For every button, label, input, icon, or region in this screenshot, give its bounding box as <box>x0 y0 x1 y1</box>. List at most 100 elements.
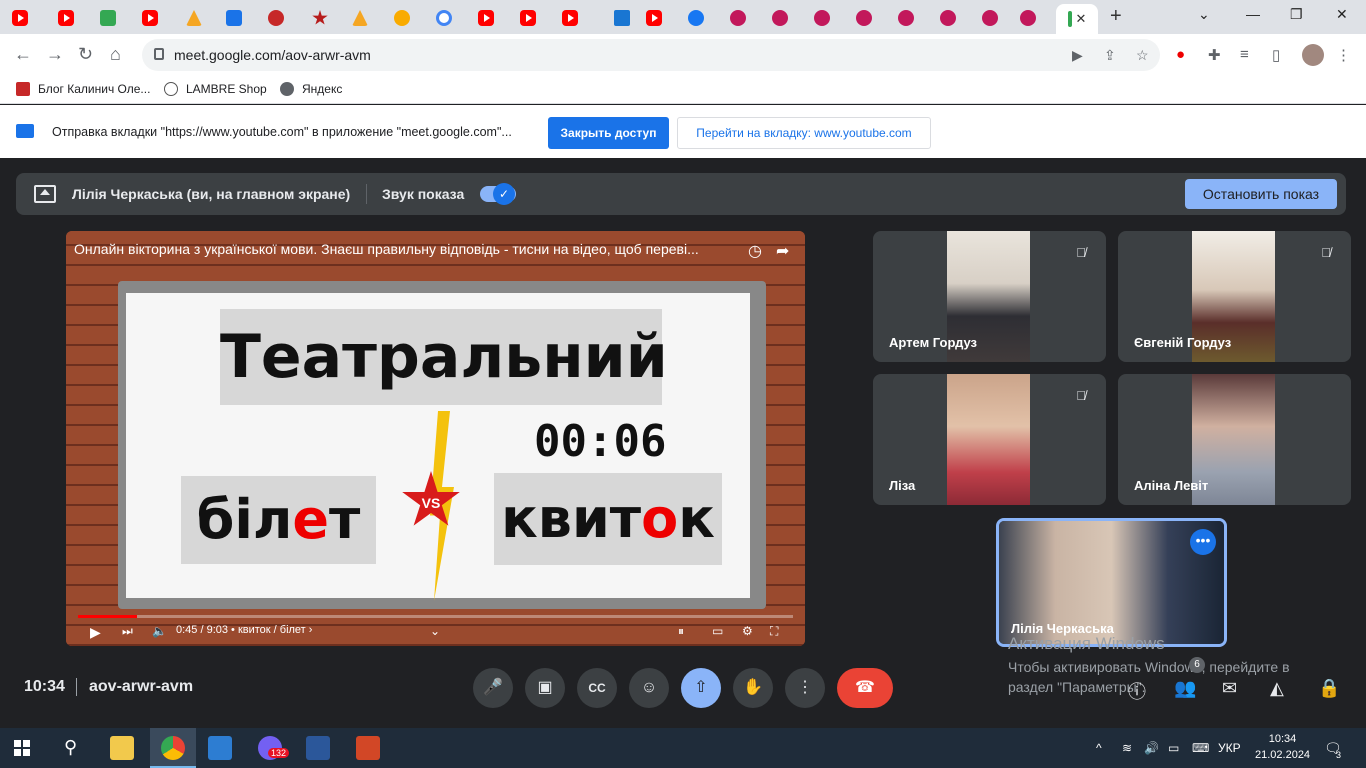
bookmark-item[interactable]: LAMBRE Shop <box>164 82 267 96</box>
tab-page[interactable] <box>982 4 998 32</box>
forward-button[interactable]: → <box>46 44 64 65</box>
share-arrow-icon[interactable]: ➦ <box>776 241 789 261</box>
tab-google[interactable] <box>436 4 452 32</box>
video-progress-bar[interactable] <box>78 615 793 618</box>
leave-call-button[interactable]: ☎ <box>837 668 893 708</box>
tab-youtube[interactable] <box>142 4 158 32</box>
tab-facebook[interactable] <box>688 4 704 32</box>
menu-icon[interactable]: ⋮ <box>1336 46 1351 64</box>
watch-later-icon[interactable]: ◷ <box>748 241 762 261</box>
camera-button[interactable]: ▣ <box>525 668 565 708</box>
tab-page[interactable] <box>940 4 956 32</box>
activities-icon[interactable]: ◭ <box>1270 678 1284 699</box>
reload-button[interactable]: ↻ <box>78 44 93 65</box>
tab-youtube[interactable] <box>478 4 494 32</box>
system-clock[interactable]: 10:34 21.02.2024 <box>1255 731 1310 763</box>
address-bar[interactable]: meet.google.com/aov-arwr-avm ▶ ⇪ ☆ <box>142 39 1160 71</box>
tab-page[interactable] <box>352 4 368 32</box>
tab-youtube[interactable] <box>646 4 662 32</box>
video-title[interactable]: Онлайн вікторина з української мови. Зна… <box>74 241 739 257</box>
raise-hand-button[interactable]: ✋ <box>733 668 773 708</box>
bookmark-item[interactable]: Блог Калинич Оле... <box>16 82 150 96</box>
people-icon[interactable]: 👥 <box>1174 678 1196 699</box>
search-icon[interactable]: ⚲ <box>64 737 77 758</box>
language-indicator[interactable]: УКР <box>1218 741 1241 755</box>
tab-meet[interactable] <box>100 4 116 32</box>
participant-tile[interactable]: Аліна Левіт <box>1118 374 1351 505</box>
tab-page[interactable] <box>1020 4 1036 32</box>
minimize-button[interactable]: — <box>1246 6 1260 22</box>
windows-start-icon[interactable] <box>14 740 30 756</box>
reactions-button[interactable]: ☺ <box>629 668 669 708</box>
bookmark-star-icon[interactable]: ☆ <box>1136 47 1149 64</box>
maximize-button[interactable]: ❐ <box>1290 6 1303 23</box>
participant-tile[interactable]: 🎙̸ Артем Гордуз <box>873 231 1106 362</box>
microphone-button[interactable]: 🎤 <box>473 668 513 708</box>
tab-page[interactable] <box>268 4 284 32</box>
close-window-button[interactable]: ✕ <box>1336 6 1348 23</box>
close-tab-icon[interactable]: ✕ <box>1076 11 1087 27</box>
share-icon[interactable]: ⇪ <box>1104 47 1116 64</box>
tab-page[interactable] <box>614 4 630 32</box>
more-options-icon[interactable]: ••• <box>1190 529 1216 555</box>
tab-youtube[interactable] <box>520 4 536 32</box>
battery-icon[interactable]: ▭ <box>1168 741 1179 755</box>
extensions-icon[interactable]: ✚ <box>1208 46 1221 64</box>
stop-sharing-button[interactable]: Закрыть доступ <box>548 117 669 149</box>
home-button[interactable]: ⌂ <box>110 44 121 65</box>
tab-page[interactable] <box>814 4 830 32</box>
participant-tile[interactable]: 🎙̸ Євгеній Гордуз <box>1118 231 1351 362</box>
file-explorer-icon[interactable] <box>110 736 134 760</box>
stop-presenting-button[interactable]: Остановить показ <box>1185 179 1337 209</box>
meeting-info-icon[interactable]: ⓘ <box>1128 678 1146 704</box>
tab-page[interactable] <box>186 4 202 32</box>
chevron-down-icon[interactable]: ⌄ <box>430 624 440 638</box>
autoplay-toggle-icon[interactable]: ⏸ <box>678 624 684 639</box>
tab-page[interactable] <box>226 4 242 32</box>
participant-tile[interactable]: 🎙̸ Ліза <box>873 374 1106 505</box>
camera-icon[interactable]: ▶ <box>1072 47 1083 64</box>
tab-youtube[interactable] <box>562 4 578 32</box>
play-icon[interactable]: ▶ <box>90 624 101 641</box>
shared-video[interactable]: Театральний 00:06 білет квиток VS Онлайн… <box>66 231 805 646</box>
media-control-icon[interactable]: ≡ <box>1240 46 1249 63</box>
opera-icon[interactable]: ● <box>1176 46 1185 63</box>
tab-youtube[interactable] <box>58 4 74 32</box>
settings-icon[interactable]: ⚙ <box>742 624 753 638</box>
tab-page[interactable] <box>394 4 410 32</box>
word-icon[interactable] <box>306 736 330 760</box>
profile-avatar[interactable] <box>1302 44 1324 66</box>
check-icon[interactable]: ✓ <box>493 183 515 205</box>
chrome-icon[interactable] <box>161 736 185 760</box>
wifi-icon[interactable]: ≋ <box>1122 741 1132 755</box>
keyboard-icon[interactable]: ⌨ <box>1192 741 1209 755</box>
more-options-button[interactable]: ⋮ <box>785 668 825 708</box>
tab-page[interactable] <box>730 4 746 32</box>
book-icon <box>856 10 872 26</box>
tab-active-meet[interactable]: ✕ <box>1056 4 1098 34</box>
tab-page[interactable] <box>312 4 328 32</box>
side-panel-icon[interactable]: ▯ <box>1272 46 1280 64</box>
switch-to-tab-button[interactable]: Перейти на вкладку: www.youtube.com <box>677 117 931 149</box>
new-tab-button[interactable]: + <box>1110 5 1122 28</box>
tab-page[interactable] <box>898 4 914 32</box>
next-icon[interactable]: ⏭ <box>122 624 133 639</box>
volume-icon[interactable]: 🔈 <box>152 624 167 638</box>
captions-button[interactable]: CC <box>577 668 617 708</box>
tab-search-icon[interactable]: ⌄ <box>1198 6 1210 23</box>
tab-youtube[interactable] <box>12 4 28 32</box>
self-view-tile[interactable]: ••• Лілія Черкаська <box>996 518 1227 647</box>
tab-page[interactable] <box>772 4 788 32</box>
volume-icon[interactable]: 🔊 <box>1144 741 1159 755</box>
present-button[interactable]: ⇧ <box>681 668 721 708</box>
tab-page[interactable] <box>856 4 872 32</box>
bookmark-item[interactable]: Яндекс <box>280 82 342 96</box>
store-icon[interactable] <box>208 736 232 760</box>
fullscreen-icon[interactable]: ⛶ <box>770 624 778 639</box>
presentation-app-icon[interactable] <box>356 736 380 760</box>
subtitles-icon[interactable]: ▭ <box>712 624 723 638</box>
chat-icon[interactable]: ✉ <box>1222 678 1237 699</box>
host-controls-icon[interactable]: 🔒 <box>1318 678 1340 699</box>
back-button[interactable]: ← <box>14 44 32 65</box>
chevron-up-icon[interactable]: ^ <box>1096 741 1102 755</box>
